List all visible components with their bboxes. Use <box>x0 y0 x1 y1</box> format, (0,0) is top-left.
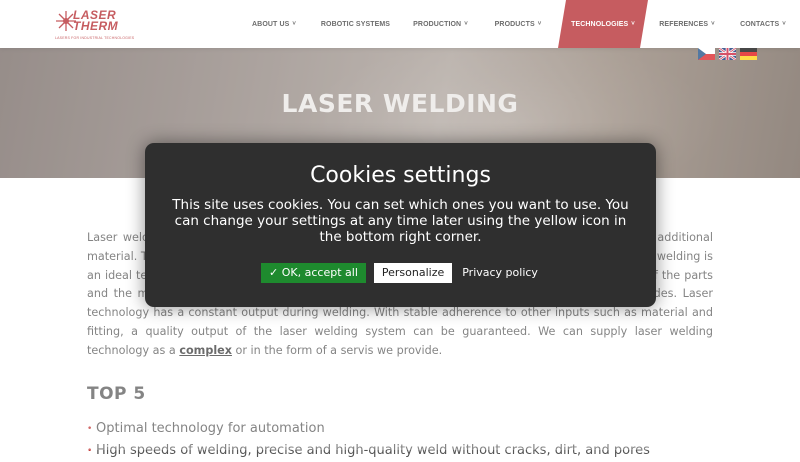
personalize-button[interactable]: Personalize <box>373 263 453 283</box>
cookie-dialog-title: Cookies settings <box>310 163 491 188</box>
cookie-dialog-actions: ✓ OK, accept all Personalize Privacy pol… <box>145 263 656 283</box>
cookie-dialog: Cookies settings This site uses cookies.… <box>145 143 656 307</box>
cookie-dialog-message: This site uses cookies. You can set whic… <box>172 197 629 245</box>
accept-all-button[interactable]: ✓ OK, accept all <box>261 263 366 283</box>
privacy-policy-link[interactable]: Privacy policy <box>460 263 540 283</box>
